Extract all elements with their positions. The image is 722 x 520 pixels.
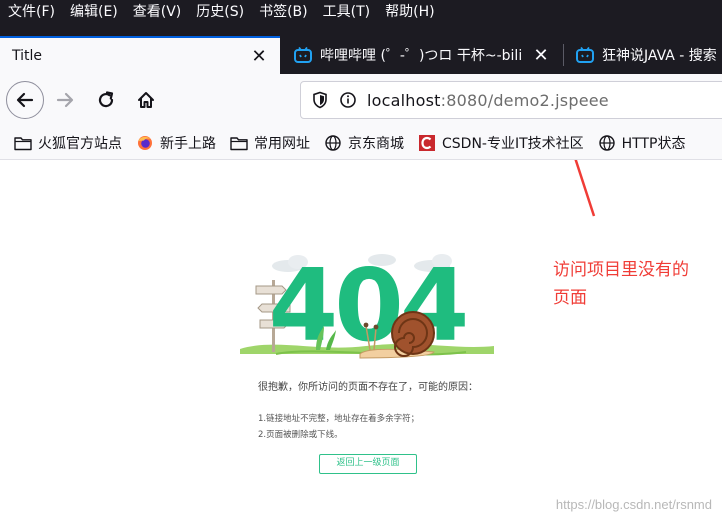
url-text: localhost:8080/demo2.jspeee — [367, 91, 609, 110]
bookmark-firefox-official[interactable]: 火狐官方站点 — [14, 133, 122, 153]
annotation-text: 访问项目里没有的 页面 — [553, 256, 722, 312]
csdn-icon — [419, 134, 435, 151]
bookmark-common-sites[interactable]: 常用网址 — [230, 133, 310, 153]
url-host: localhost — [367, 90, 441, 110]
folder-icon — [230, 136, 248, 150]
menu-bookmarks[interactable]: 书签(B) — [251, 0, 315, 24]
site-info-icon[interactable] — [339, 91, 357, 109]
bilibili-icon — [576, 47, 594, 63]
forward-button[interactable] — [48, 83, 82, 117]
bookmark-http-status[interactable]: HTTP状态 — [598, 133, 686, 153]
error-code: 404 — [269, 247, 466, 364]
bookmark-label: 京东商城 — [348, 135, 404, 152]
tracking-shield-icon[interactable] — [311, 91, 329, 109]
close-tab-icon[interactable]: ✕ — [530, 45, 552, 66]
menu-bar: 文件(F) 编辑(E) 查看(V) 历史(S) 书签(B) 工具(T) 帮助(H… — [0, 0, 722, 24]
tab-label: Title — [12, 48, 43, 64]
url-path: :8080/demo2.jspeee — [440, 90, 609, 110]
reload-button[interactable] — [89, 83, 123, 117]
menu-file[interactable]: 文件(F) — [0, 0, 62, 24]
globe-icon — [598, 134, 615, 151]
error-reason-1: 1.链接地址不完整，地址存在着多余字符； — [258, 414, 420, 424]
home-icon — [138, 92, 154, 108]
tab-title[interactable]: Title ✕ — [0, 36, 280, 74]
bookmark-label: 火狐官方站点 — [38, 135, 122, 152]
error-message: 很抱歉，你所访问的页面不存在了，可能的原因： — [258, 382, 478, 393]
reload-icon — [98, 91, 114, 108]
bookmark-label: HTTP状态 — [621, 135, 686, 152]
bookmarks-toolbar: 火狐官方站点 新手上路 常用网址 京东商城 CSDN-专业IT技术社区 HTTP… — [0, 126, 722, 160]
bookmark-csdn[interactable]: CSDN-专业IT技术社区 — [418, 133, 584, 153]
bookmark-label: CSDN-专业IT技术社区 — [442, 135, 584, 152]
watermark: https://blog.csdn.net/rsnmd — [555, 497, 712, 512]
tab-strip: Title ✕ 哔哩哔哩 (゜-゜)つロ 干杯~-bili ✕ 狂神说JAVA … — [0, 24, 722, 74]
url-bar[interactable]: localhost:8080/demo2.jspeee — [300, 81, 722, 119]
error-404-illustration: 404 — [240, 247, 494, 364]
nav-bar: localhost:8080/demo2.jspeee — [0, 74, 722, 126]
back-button[interactable] — [6, 81, 44, 119]
page-content: 访问项目里没有的 页面 404 很抱歉，你所访问的页面不存在了，可能的原因： 1… — [0, 160, 722, 520]
annotation-line-1: 访问项目里没有的 — [553, 260, 689, 280]
folder-icon — [14, 136, 32, 150]
globe-icon — [325, 134, 341, 151]
menu-help[interactable]: 帮助(H) — [377, 0, 441, 24]
bookmark-label: 常用网址 — [254, 135, 310, 152]
tab-label: 狂神说JAVA - 搜索 — [602, 48, 717, 64]
menu-tools[interactable]: 工具(T) — [315, 0, 377, 24]
menu-view[interactable]: 查看(V) — [125, 0, 189, 24]
back-to-previous-button[interactable]: 返回上一级页面 — [319, 454, 417, 474]
bilibili-icon — [294, 47, 312, 63]
forward-arrow-icon — [56, 92, 74, 108]
annotation-line-2: 页面 — [553, 288, 587, 308]
close-tab-icon[interactable]: ✕ — [248, 46, 270, 67]
bookmark-getting-started[interactable]: 新手上路 — [136, 133, 216, 153]
bookmark-label: 新手上路 — [160, 135, 216, 152]
tab-bilibili[interactable]: 哔哩哔哩 (゜-゜)つロ 干杯~-bili ✕ — [282, 36, 562, 74]
back-arrow-icon — [16, 92, 34, 108]
tab-label: 哔哩哔哩 (゜-゜)つロ 干杯~-bili — [320, 48, 523, 64]
error-reason-2: 2.页面被删除或下线。 — [258, 430, 343, 440]
home-button[interactable] — [129, 83, 163, 117]
bookmark-jd[interactable]: 京东商城 — [324, 133, 404, 153]
menu-edit[interactable]: 编辑(E) — [62, 0, 125, 24]
firefox-icon — [138, 135, 152, 150]
tab-kuangshen[interactable]: 狂神说JAVA - 搜索 — [564, 36, 722, 74]
menu-history[interactable]: 历史(S) — [188, 0, 251, 24]
